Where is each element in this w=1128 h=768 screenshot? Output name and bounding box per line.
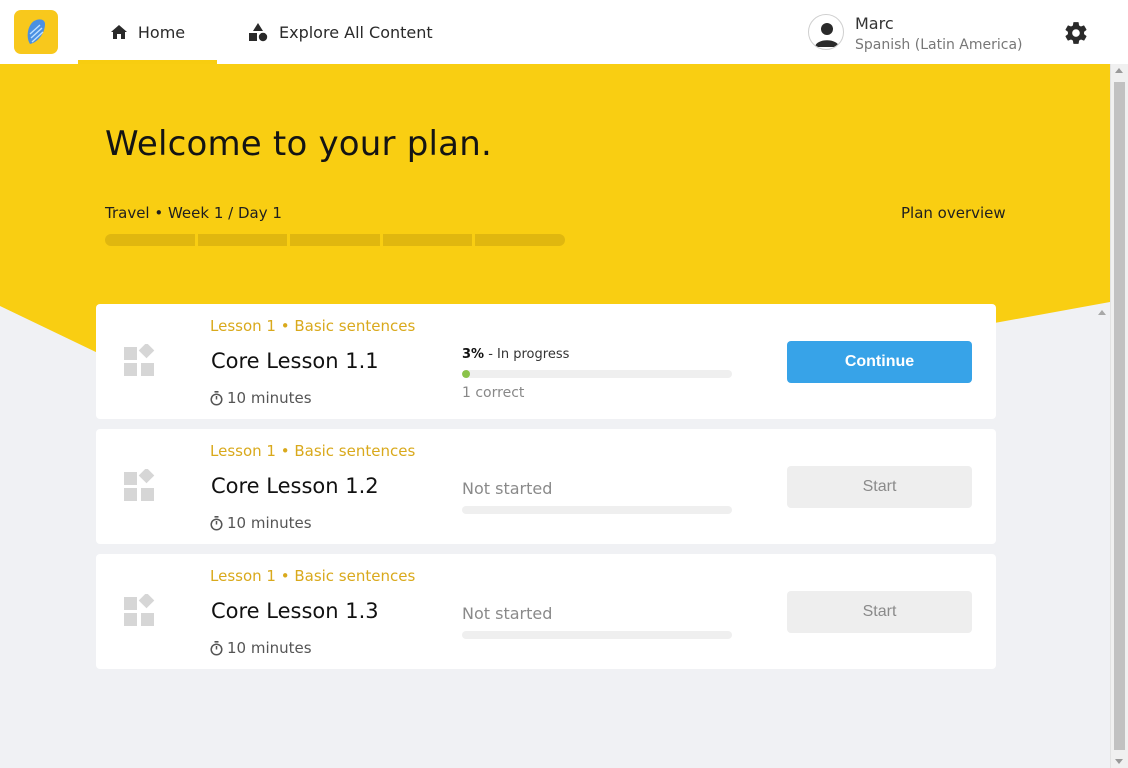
lesson-progress-bar (462, 370, 732, 378)
week-progress-segment (382, 234, 473, 246)
lesson-progress-bar (462, 506, 732, 514)
nav-tab-home[interactable]: Home (78, 0, 217, 64)
lesson-title: Core Lesson 1.3 (211, 599, 379, 623)
week-progress-segment (475, 234, 565, 246)
nav-tab-home-label: Home (137, 22, 186, 42)
lesson-card[interactable]: Lesson 1 • Basic sentences Core Lesson 1… (96, 304, 996, 419)
app-logo[interactable] (14, 10, 58, 54)
lesson-status-text: Not started (462, 604, 553, 623)
top-navigation-bar: Home Explore All Content Marc Spanish (L… (0, 0, 1128, 64)
week-progress-bar (105, 234, 565, 246)
lesson-duration-text: 10 minutes (227, 389, 312, 407)
lesson-kicker: Lesson 1 • Basic sentences (210, 317, 416, 335)
user-name[interactable]: Marc (855, 14, 894, 33)
plan-progress-label: Travel • Week 1 / Day 1 (105, 204, 282, 222)
page-title: Welcome to your plan. (105, 124, 492, 164)
lesson-title: Core Lesson 1.2 (211, 474, 379, 498)
continue-button[interactable]: Continue (787, 341, 972, 383)
stopwatch-icon (210, 390, 223, 406)
lesson-status-text: Not started (462, 479, 553, 498)
lesson-percent: 3% (462, 347, 485, 362)
start-button[interactable]: Start (787, 466, 972, 508)
lesson-blocks-icon (124, 592, 156, 626)
scrollbar-thumb[interactable] (1114, 82, 1125, 750)
nav-tab-explore-label: Explore All Content (279, 22, 433, 42)
scroll-arrow-icon[interactable] (1098, 310, 1106, 315)
lesson-card[interactable]: Lesson 1 • Basic sentences Core Lesson 1… (96, 554, 996, 669)
stopwatch-icon (210, 640, 223, 656)
lesson-blocks-icon (124, 467, 156, 501)
lesson-duration-text: 10 minutes (227, 639, 312, 657)
user-language[interactable]: Spanish (Latin America) (855, 37, 1023, 53)
settings-gear-icon[interactable] (1063, 20, 1089, 46)
lesson-duration: 10 minutes (210, 389, 312, 407)
lesson-title: Core Lesson 1.1 (211, 349, 379, 373)
logo-stone-icon (27, 19, 45, 44)
lesson-duration: 10 minutes (210, 514, 312, 532)
page-scrollbar[interactable] (1110, 64, 1128, 768)
lesson-duration: 10 minutes (210, 639, 312, 657)
lesson-kicker: Lesson 1 • Basic sentences (210, 442, 416, 460)
scroll-down-arrow-icon[interactable] (1115, 759, 1123, 764)
lesson-status-text: - In progress (484, 347, 570, 362)
lesson-duration-text: 10 minutes (227, 514, 312, 532)
start-button[interactable]: Start (787, 591, 972, 633)
week-progress-segment (290, 234, 380, 246)
nav-tab-explore[interactable]: Explore All Content (247, 0, 433, 64)
lesson-status: 3% - In progress (462, 347, 569, 362)
lesson-progress-bar (462, 631, 732, 639)
lesson-kicker: Lesson 1 • Basic sentences (210, 567, 416, 585)
user-avatar[interactable] (808, 14, 844, 50)
week-progress-segment (197, 234, 288, 246)
user-icon (815, 23, 839, 47)
week-progress-segment (105, 234, 195, 246)
lesson-progress-fill (462, 370, 471, 378)
stopwatch-icon (210, 515, 223, 531)
scroll-up-arrow-icon[interactable] (1115, 68, 1123, 73)
home-icon (110, 24, 128, 40)
plan-overview-link[interactable]: Plan overview (901, 204, 1006, 222)
shapes-icon (247, 22, 269, 42)
lesson-blocks-icon (124, 342, 156, 376)
lesson-correct-count: 1 correct (462, 385, 525, 401)
lesson-card[interactable]: Lesson 1 • Basic sentences Core Lesson 1… (96, 429, 996, 544)
